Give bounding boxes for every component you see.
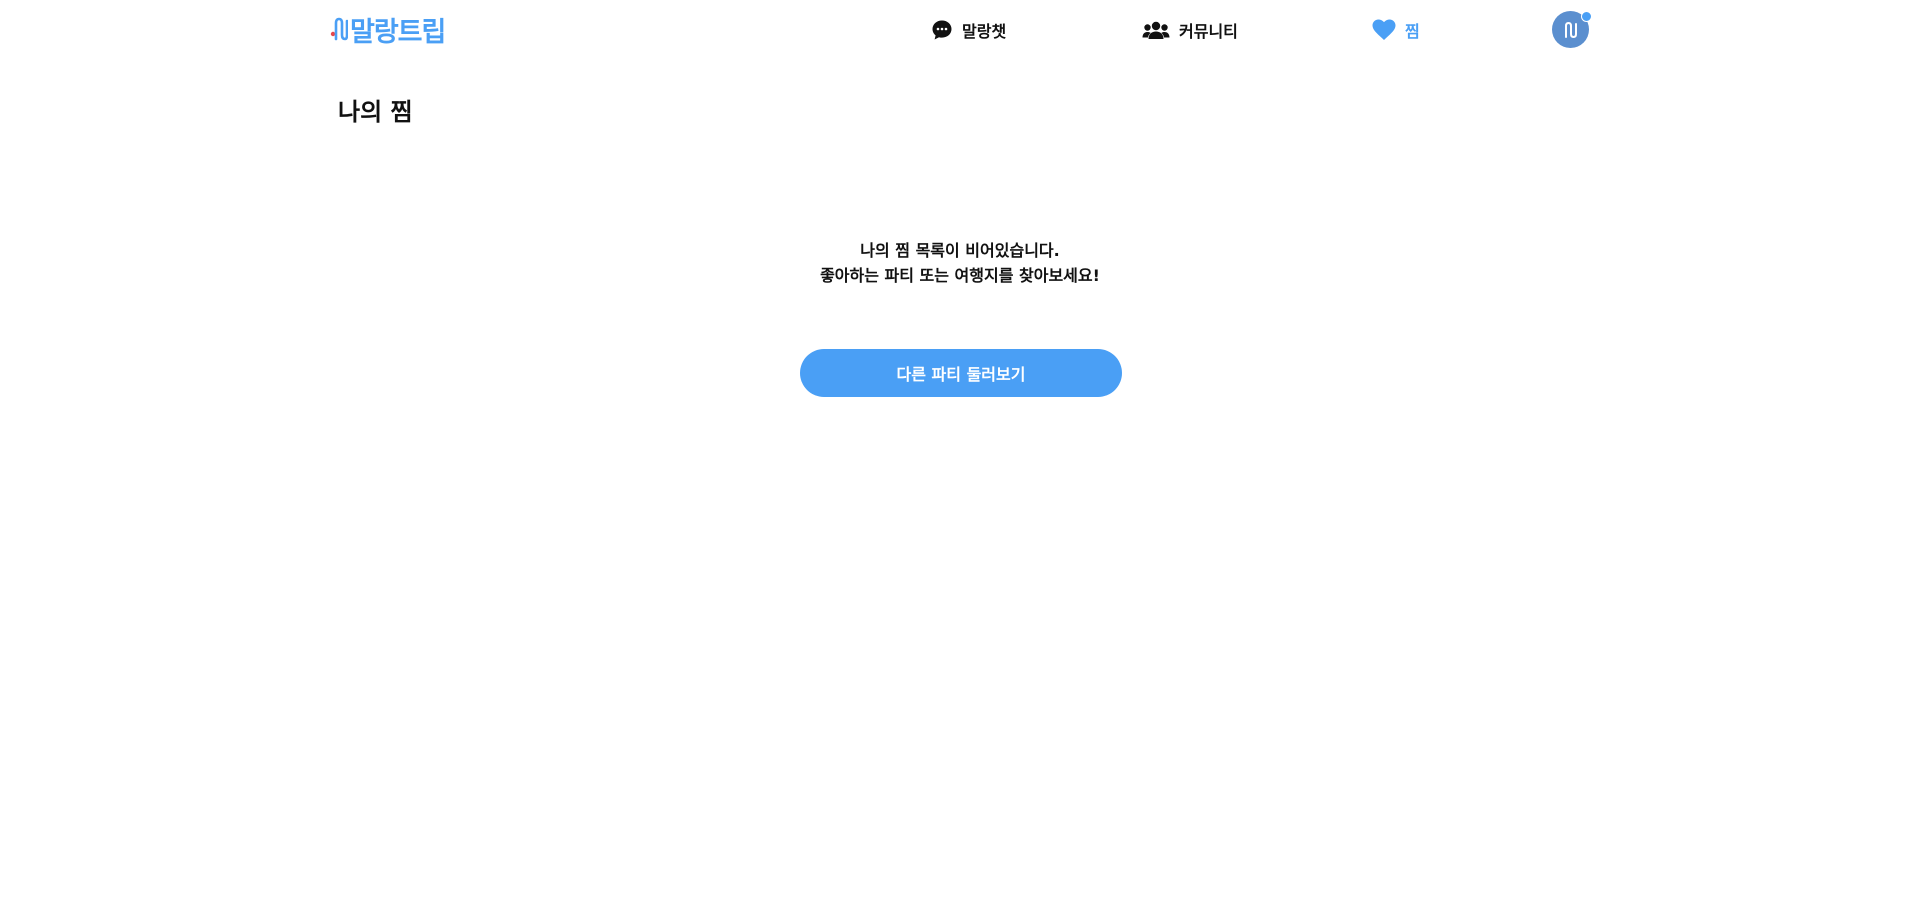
logo-mark-icon (1564, 21, 1577, 38)
empty-state-line-1: 나의 찜 목록이 비어있습니다. (860, 241, 1060, 260)
nav-label-community: 커뮤니티 (1179, 22, 1238, 41)
top-header: 말랑트립 말랑챗 커뮤니티 찜 (0, 0, 1910, 60)
empty-state-message: 나의 찜 목록이 비어있습니다. 좋아하는 파티 또는 여행지를 찾아보세요! (0, 238, 1910, 288)
logo[interactable]: 말랑트립 (330, 12, 446, 48)
users-icon (1142, 20, 1170, 40)
page-title: 나의 찜 (338, 98, 413, 126)
browse-parties-button[interactable]: 다른 파티 둘러보기 (800, 349, 1122, 397)
logo-mark-icon (330, 17, 348, 41)
notification-dot (1581, 11, 1592, 22)
nav-item-likes[interactable]: 찜 (1372, 16, 1420, 44)
nav-item-chat[interactable]: 말랑챗 (931, 16, 1006, 44)
logo-text: 말랑트립 (350, 16, 446, 48)
nav-item-community[interactable]: 커뮤니티 (1142, 16, 1238, 44)
nav-label-chat: 말랑챗 (962, 22, 1007, 41)
nav-label-likes: 찜 (1405, 22, 1420, 41)
chat-bubble-icon (931, 19, 953, 41)
empty-state-line-2: 좋아하는 파티 또는 여행지를 찾아보세요! (820, 266, 1100, 285)
heart-icon (1372, 19, 1396, 41)
